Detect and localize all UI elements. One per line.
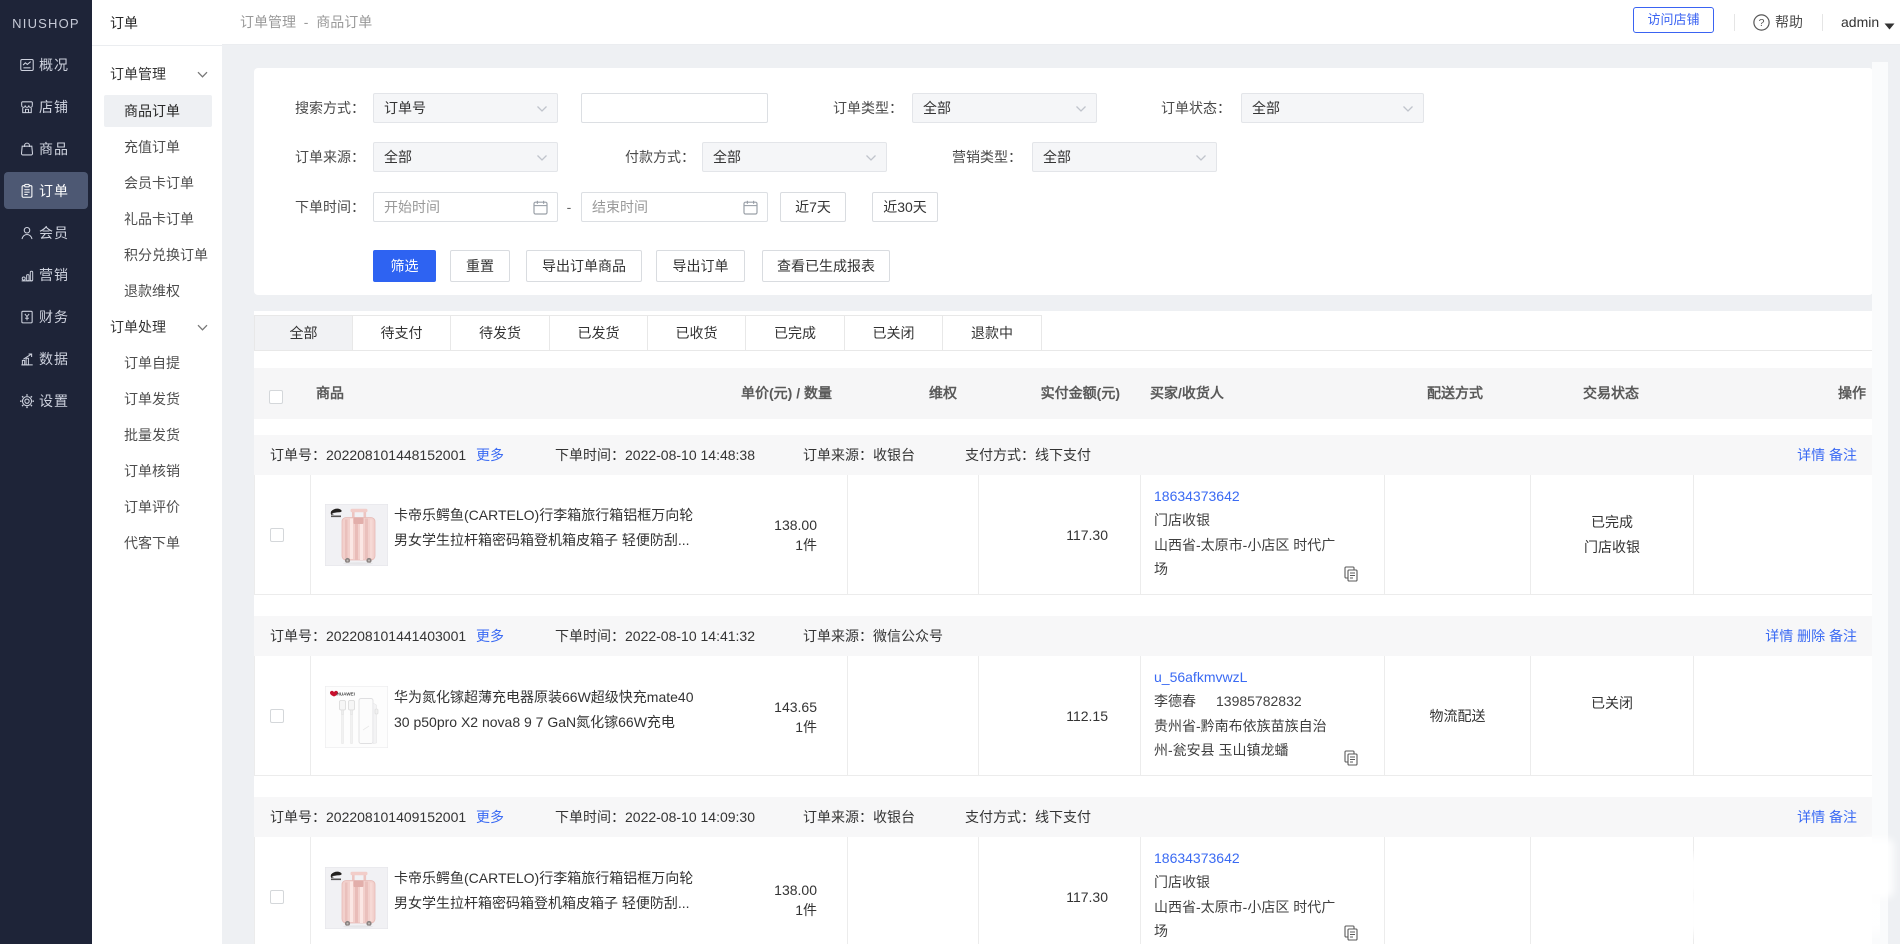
svg-text:?: ?	[1759, 17, 1765, 29]
svg-text:HUAWEI: HUAWEI	[337, 692, 355, 697]
